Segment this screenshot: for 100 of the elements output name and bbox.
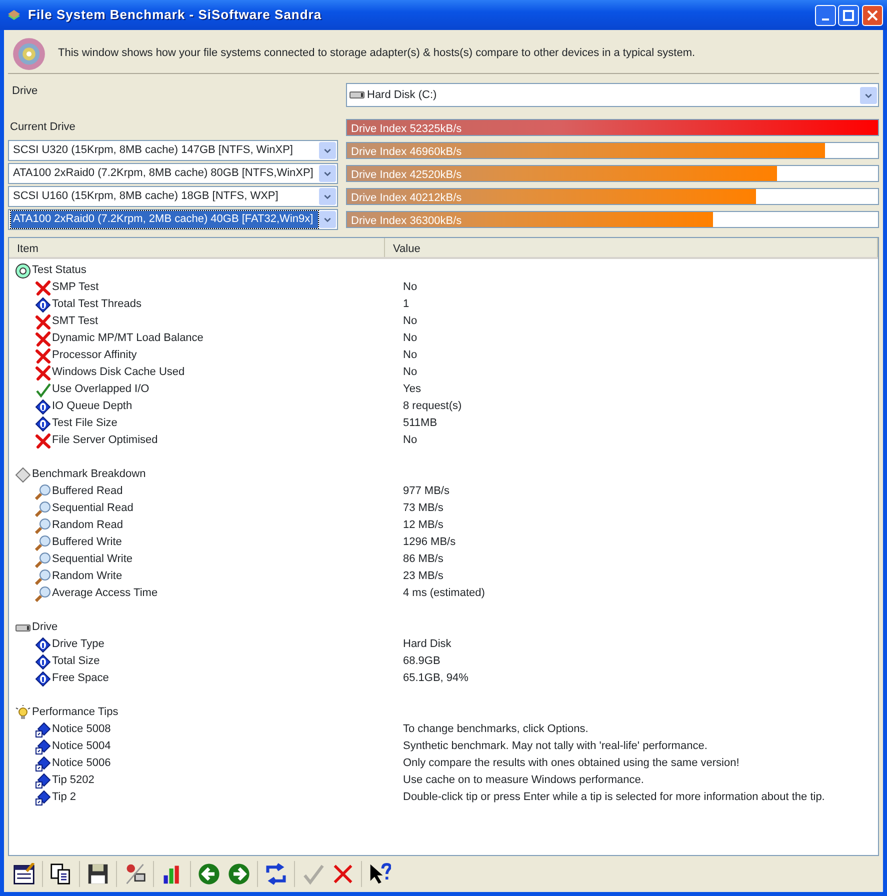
item-label[interactable]: Free Space — [52, 670, 109, 687]
disc-icon — [15, 262, 31, 278]
item-value: No — [402, 331, 418, 346]
item-label[interactable]: Processor Affinity — [52, 347, 137, 364]
info-icon — [35, 670, 51, 686]
close-icon — [867, 10, 878, 20]
cross-icon — [35, 432, 51, 448]
item-label[interactable]: SMT Test — [52, 313, 98, 330]
item-value: 1296 MB/s — [402, 535, 456, 550]
item-value: 977 MB/s — [402, 484, 450, 500]
magnifier-icon — [35, 500, 51, 516]
item-label[interactable]: Notice 5008 — [52, 721, 111, 738]
item-value: No — [402, 280, 418, 296]
item-value: No — [402, 365, 418, 380]
info-shortcut-icon — [35, 790, 51, 806]
item-label[interactable]: Tip 2 — [52, 789, 76, 806]
item-value: No — [402, 314, 418, 330]
column-header[interactable]: Value — [385, 238, 878, 257]
item-label[interactable]: IO Queue Depth — [52, 398, 132, 415]
bar-value-text: Drive Index 46960kB/s — [351, 145, 462, 160]
item-label[interactable]: Notice 5004 — [52, 738, 111, 755]
item-label[interactable]: Buffered Write — [52, 534, 122, 551]
magnifier-icon — [35, 586, 51, 602]
item-value: 86 MB/s — [402, 552, 444, 568]
lightbulb-icon — [15, 704, 31, 720]
minimize-icon — [822, 18, 828, 20]
column-header[interactable]: Item — [9, 238, 385, 257]
item-label[interactable]: Average Access Time — [52, 585, 158, 602]
info-icon — [35, 296, 51, 312]
item-label[interactable]: SMP Test — [52, 279, 99, 296]
item-label[interactable]: File Server Optimised — [52, 432, 158, 449]
item-label[interactable]: Total Test Threads — [52, 296, 142, 313]
item-value: 73 MB/s — [402, 501, 444, 516]
item-label[interactable]: Tip 5202 — [52, 772, 94, 789]
item-label[interactable]: Dynamic MP/MT Load Balance — [52, 330, 204, 347]
disc-icon — [12, 36, 46, 70]
cross-icon — [35, 280, 51, 296]
item-value: 23 MB/s — [402, 569, 444, 584]
app-icon — [6, 7, 22, 23]
maximize-button[interactable] — [838, 4, 860, 26]
item-value: Use cache on to measure Windows performance. — [402, 773, 644, 788]
refresh-icon — [265, 863, 287, 885]
magnifier-icon — [35, 568, 51, 584]
cross-icon — [35, 330, 51, 346]
close-button[interactable] — [862, 4, 883, 26]
item-label[interactable]: Random Write — [52, 568, 122, 585]
field-label: Current Drive — [9, 120, 76, 136]
item-label[interactable]: Windows Disk Cache Used — [52, 364, 185, 381]
item-value: 12 MB/s — [402, 518, 444, 534]
item-value: 511MB — [402, 416, 438, 432]
window-title: File System Benchmark - SiSoftware Sandra — [28, 6, 323, 24]
item-label[interactable]: Random Read — [52, 517, 123, 534]
item-value: 4 ms (estimated) — [402, 586, 485, 602]
info-shortcut-icon — [35, 722, 51, 738]
bar-value-text: Drive Index 52325kB/s — [351, 122, 462, 137]
info-icon — [35, 398, 51, 414]
item-label[interactable]: Buffered Read — [52, 483, 123, 500]
item-value: To change benchmarks, click Options. — [402, 722, 588, 738]
section-title[interactable]: Benchmark Breakdown — [32, 466, 146, 483]
check-icon — [302, 863, 324, 885]
minimize-button[interactable] — [814, 4, 836, 26]
magnifier-icon — [35, 484, 51, 500]
copy-icon — [50, 863, 72, 885]
check-icon — [35, 382, 51, 398]
chevron-down-icon — [323, 169, 332, 178]
chevron-down-icon — [323, 215, 332, 224]
item-value: 68.9GB — [402, 654, 440, 670]
field-label: Drive — [11, 84, 39, 99]
section-title[interactable]: Drive — [32, 619, 58, 636]
cross-icon — [35, 364, 51, 380]
info-icon — [35, 654, 51, 670]
compare-dropdown[interactable]: ATA100 2xRaid0 (7.2Krpm, 8MB cache) 80GB [NTFS,WinXP] — [8, 163, 338, 184]
cross-icon — [35, 348, 51, 364]
info-icon — [35, 636, 51, 652]
item-value: Synthetic benchmark. May not tally with 'real-life' performance. — [402, 739, 708, 754]
item-label[interactable]: Total Size — [52, 653, 100, 670]
item-label[interactable]: Use Overlapped I/O — [52, 381, 150, 398]
section-title[interactable]: Test Status — [32, 262, 86, 279]
item-label[interactable]: Sequential Write — [52, 551, 133, 568]
drive-dropdown[interactable]: Hard Disk (C:) — [346, 83, 879, 107]
item-value: 65.1GB, 94% — [402, 671, 468, 686]
item-label[interactable]: Notice 5006 — [52, 755, 111, 772]
info-icon — [35, 416, 51, 432]
chevron-down-icon — [323, 146, 332, 155]
report-icon — [13, 863, 35, 885]
section-title[interactable]: Performance Tips — [32, 704, 118, 721]
info-shortcut-icon — [35, 738, 51, 754]
bar-value-text: Drive Index 40212kB/s — [351, 191, 462, 206]
maximize-icon — [843, 10, 854, 20]
cross-icon — [35, 314, 51, 330]
item-label[interactable]: Test File Size — [52, 415, 118, 432]
compare-dropdown[interactable]: SCSI U160 (15Krpm, 8MB cache) 18GB [NTFS, WXP] — [8, 186, 338, 207]
item-label[interactable]: Sequential Read — [52, 500, 134, 517]
description-text: This window shows how your file systems connected to storage adapter(s) & hosts(s) compare to other devices in a typical system. — [58, 46, 696, 62]
item-value: No — [402, 348, 418, 364]
info-shortcut-icon — [35, 772, 51, 788]
compare-dropdown[interactable]: ATA100 2xRaid0 (7.2Krpm, 2MB cache) 40GB [FAT32,Win9x] — [8, 209, 338, 230]
info-shortcut-icon — [35, 756, 51, 772]
item-label[interactable]: Drive Type — [52, 636, 104, 653]
compare-dropdown[interactable]: SCSI U320 (15Krpm, 8MB cache) 147GB [NTFS, WinXP] — [8, 140, 338, 161]
